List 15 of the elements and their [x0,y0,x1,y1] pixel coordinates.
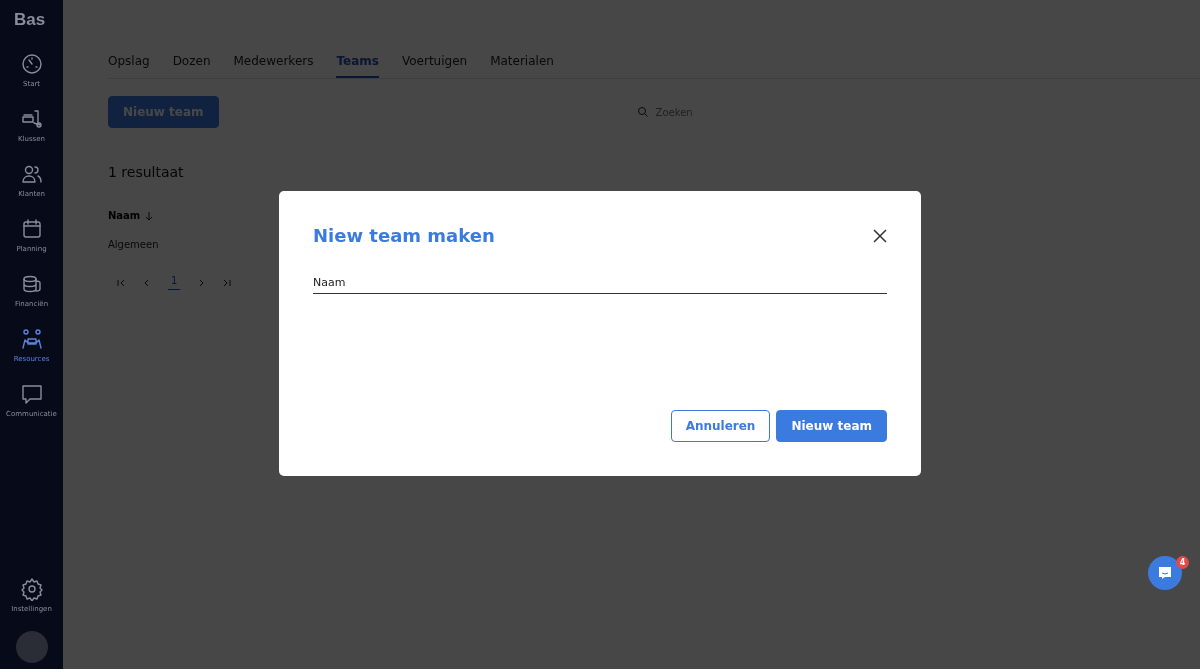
table-cell-text: Algemeen [108,239,160,250]
cart-icon [19,107,44,131]
cancel-button[interactable]: Annuleren [670,410,771,442]
dialog-title: Niew team maken [313,225,495,246]
column-header[interactable]: Naam [108,210,141,221]
avatar[interactable] [15,631,48,663]
create-button[interactable]: Nieuw team [776,410,887,442]
gauge-icon [19,52,44,76]
chat-bubble-icon [1157,565,1173,581]
chat-bubble-icon [19,382,44,406]
logo: Bas [14,10,46,30]
team-icon [19,327,44,351]
result-count: 1 resultaat [108,164,185,180]
settings-icon [19,577,44,601]
close-icon[interactable] [873,228,887,243]
